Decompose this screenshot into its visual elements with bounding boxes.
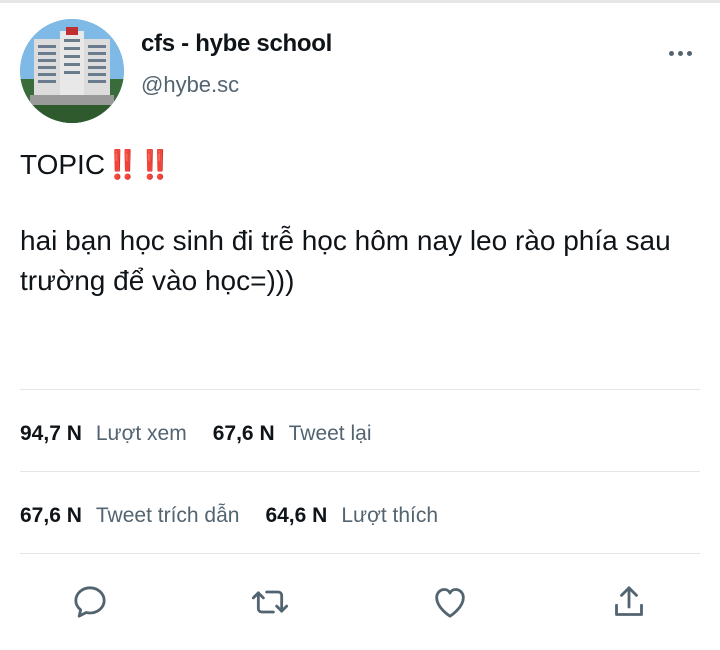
retweets-stat[interactable]: 67,6 N Tweet lại <box>213 422 372 446</box>
likes-stat[interactable]: 64,6 N Lượt thích <box>265 504 438 528</box>
like-button[interactable] <box>428 580 472 624</box>
share-icon <box>615 586 643 616</box>
likes-count: 64,6 N <box>265 504 328 527</box>
double-exclamation-emoji: ‼️‼️ <box>105 149 173 180</box>
avatar-image <box>20 19 124 123</box>
divider-3 <box>20 553 700 554</box>
quotes-label: Tweet trích dẫn <box>95 504 240 527</box>
tweet-text-body: hai bạn học sinh đi trễ học hôm nay leo … <box>20 225 671 296</box>
quotes-stat[interactable]: 67,6 N Tweet trích dẫn <box>20 504 239 528</box>
stats-row-1: 94,7 N Lượt xem 67,6 N Tweet lại <box>20 414 397 454</box>
quotes-count: 67,6 N <box>20 504 82 527</box>
retweet-icon <box>251 590 289 614</box>
display-name[interactable]: cfs - hybe school <box>141 30 332 58</box>
reply-icon <box>74 586 106 618</box>
tweet-text-line1: TOPIC‼️‼️ <box>20 145 690 185</box>
divider-1 <box>20 389 700 390</box>
user-handle[interactable]: @hybe.sc <box>141 72 239 98</box>
avatar[interactable] <box>20 19 124 123</box>
divider-2 <box>20 471 700 472</box>
views-label: Lượt xem <box>95 422 187 445</box>
top-border <box>0 0 720 3</box>
more-options-button[interactable] <box>660 40 700 66</box>
heart-icon <box>435 588 465 618</box>
tweet-text: TOPIC‼️‼️ hai bạn học sinh đi trễ học hô… <box>20 145 690 301</box>
views-count: 94,7 N <box>20 422 82 445</box>
stats-row-2: 67,6 N Tweet trích dẫn 64,6 N Lượt thích <box>20 496 464 536</box>
views-stat[interactable]: 94,7 N Lượt xem <box>20 422 187 446</box>
likes-label: Lượt thích <box>341 504 439 527</box>
more-icon <box>667 50 694 56</box>
retweet-button[interactable] <box>248 580 292 624</box>
topic-text: TOPIC <box>20 149 106 180</box>
share-button[interactable] <box>607 580 651 624</box>
reply-button[interactable] <box>68 580 112 624</box>
retweets-count: 67,6 N <box>212 422 275 445</box>
retweets-label: Tweet lại <box>288 422 372 445</box>
